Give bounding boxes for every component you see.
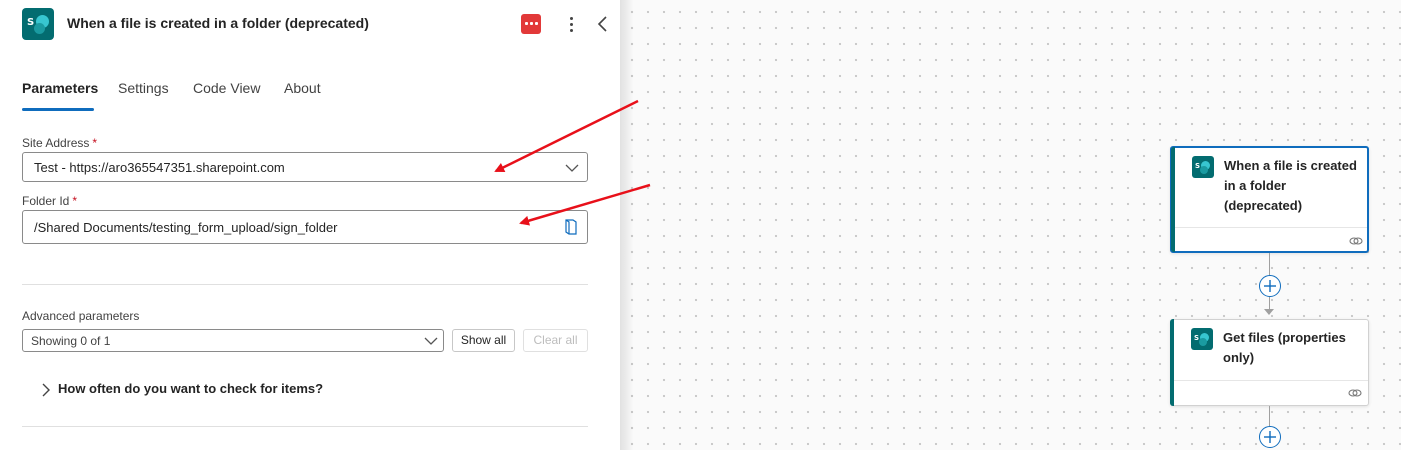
chevron-left-icon[interactable] bbox=[595, 14, 611, 34]
chevron-down-icon[interactable] bbox=[565, 163, 579, 173]
trigger-card[interactable]: S When a file is created in a folder (de… bbox=[1170, 146, 1369, 253]
card-title: When a file is created in a folder (depr… bbox=[1224, 158, 1357, 213]
required-marker: * bbox=[92, 136, 98, 150]
required-marker: * bbox=[72, 194, 78, 208]
action-card[interactable]: S Get files (properties only) bbox=[1170, 319, 1369, 406]
tab-parameters[interactable]: Parameters bbox=[22, 80, 98, 96]
panel-header: S When a file is created in a folder (de… bbox=[0, 0, 620, 50]
connector-line bbox=[1269, 253, 1270, 275]
site-address-label: Site Address * bbox=[22, 136, 97, 150]
link-icon bbox=[1348, 389, 1362, 397]
section-divider bbox=[22, 426, 588, 427]
advanced-parameters-value: Showing 0 of 1 bbox=[31, 334, 111, 348]
chevron-right-icon bbox=[42, 383, 50, 397]
site-address-dropdown[interactable]: Test - https://aro365547351.sharepoint.c… bbox=[22, 152, 588, 182]
site-address-label-text: Site Address bbox=[22, 136, 90, 150]
connector-arrow-icon bbox=[1264, 309, 1274, 315]
folder-id-label: Folder Id * bbox=[22, 194, 77, 208]
sharepoint-logo-icon: S bbox=[22, 8, 54, 40]
properties-panel: S When a file is created in a folder (de… bbox=[0, 0, 620, 450]
link-icon bbox=[1349, 237, 1363, 245]
site-address-value: Test - https://aro365547351.sharepoint.c… bbox=[34, 160, 285, 175]
advanced-parameters-dropdown[interactable]: Showing 0 of 1 bbox=[22, 329, 444, 352]
tab-settings[interactable]: Settings bbox=[118, 80, 169, 96]
connector-line bbox=[1269, 406, 1270, 426]
more-options-icon[interactable] bbox=[566, 12, 578, 36]
card-accent bbox=[1170, 319, 1174, 406]
folder-picker-icon[interactable] bbox=[564, 219, 578, 235]
plus-icon bbox=[1264, 431, 1276, 443]
polling-interval-label: How often do you want to check for items… bbox=[58, 381, 324, 396]
tab-about[interactable]: About bbox=[284, 80, 321, 96]
show-all-button[interactable]: Show all bbox=[452, 329, 515, 352]
plus-icon bbox=[1264, 280, 1276, 292]
card-divider bbox=[1175, 227, 1367, 228]
card-title: Get files (properties only) bbox=[1223, 330, 1346, 365]
panel-title: When a file is created in a folder (depr… bbox=[67, 15, 369, 31]
card-divider bbox=[1174, 380, 1368, 381]
chevron-down-icon[interactable] bbox=[424, 336, 438, 346]
folder-id-value: /Shared Documents/testing_form_upload/si… bbox=[34, 220, 338, 235]
clear-all-button[interactable]: Clear all bbox=[523, 329, 588, 352]
folder-id-label-text: Folder Id bbox=[22, 194, 70, 208]
tab-code-view[interactable]: Code View bbox=[193, 80, 260, 96]
section-divider bbox=[22, 284, 588, 285]
add-step-button[interactable] bbox=[1259, 275, 1281, 297]
add-step-button[interactable] bbox=[1259, 426, 1281, 448]
panel-shadow bbox=[620, 0, 634, 450]
advanced-parameters-label: Advanced parameters bbox=[22, 309, 140, 323]
sharepoint-logo-icon: S bbox=[1192, 156, 1214, 178]
connection-warning-icon[interactable] bbox=[521, 14, 541, 34]
sharepoint-logo-icon: S bbox=[1191, 328, 1213, 350]
folder-id-field[interactable]: /Shared Documents/testing_form_upload/si… bbox=[22, 210, 588, 244]
card-accent bbox=[1171, 147, 1175, 252]
active-tab-indicator bbox=[22, 108, 94, 111]
